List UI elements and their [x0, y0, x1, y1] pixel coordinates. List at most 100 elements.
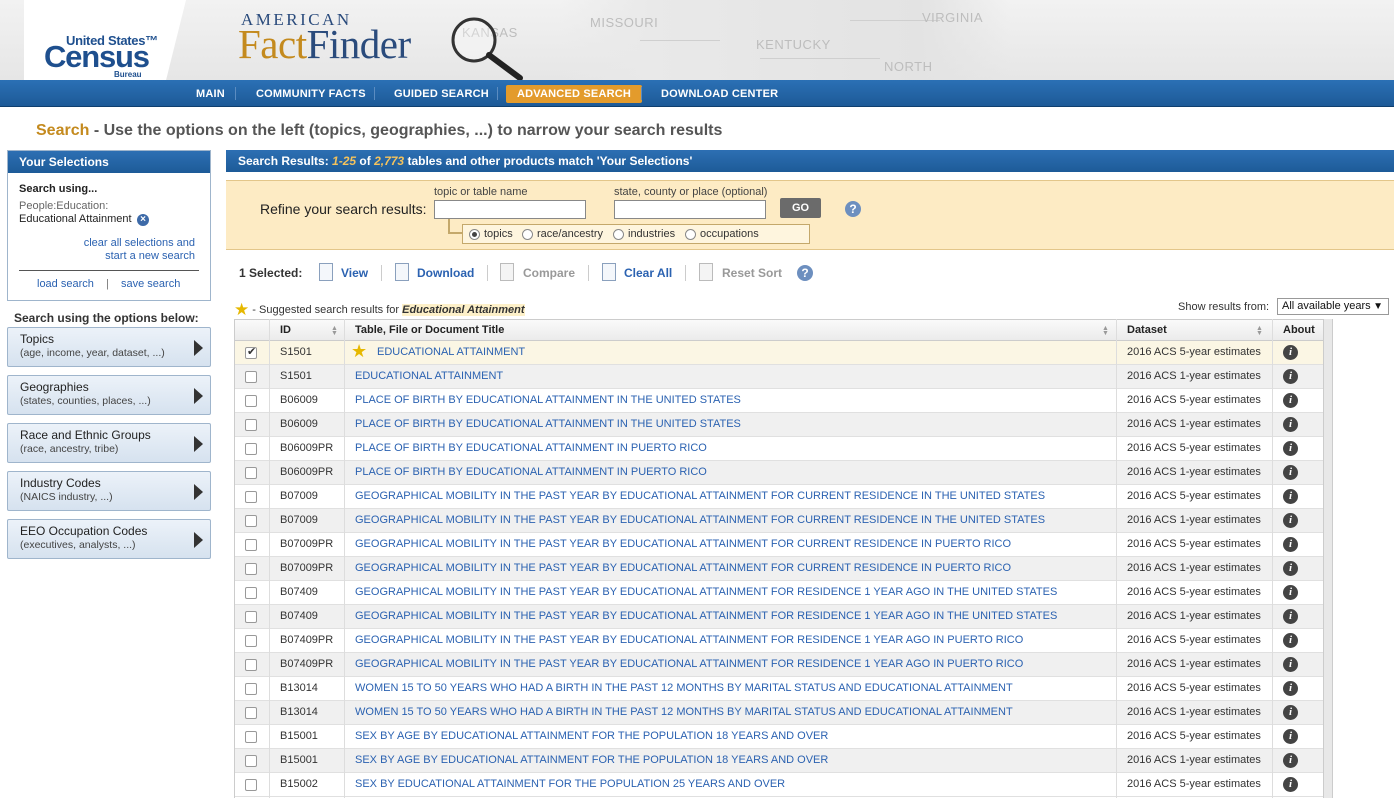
row-title-link[interactable]: WOMEN 15 TO 50 YEARS WHO HAD A BIRTH IN … [355, 706, 1013, 718]
column-header-id[interactable]: ID [280, 324, 291, 336]
download-button[interactable]: Download [417, 266, 474, 280]
radio-topics[interactable] [469, 229, 480, 240]
row-title-link[interactable]: GEOGRAPHICAL MOBILITY IN THE PAST YEAR B… [355, 514, 1045, 526]
row-title-link[interactable]: PLACE OF BIRTH BY EDUCATIONAL ATTAINMENT… [355, 394, 741, 406]
info-icon[interactable]: i [1283, 537, 1298, 552]
row-checkbox[interactable] [245, 515, 257, 527]
row-title-link[interactable]: PLACE OF BIRTH BY EDUCATIONAL ATTAINMENT… [355, 418, 741, 430]
radio-race-ancestry[interactable] [522, 229, 533, 240]
info-icon[interactable]: i [1283, 729, 1298, 744]
row-title-link[interactable]: SEX BY EDUCATIONAL ATTAINMENT FOR THE PO… [355, 778, 785, 790]
option-topics[interactable]: Topics (age, income, year, dataset, ...) [7, 327, 211, 367]
radio-industries[interactable] [613, 229, 624, 240]
row-title-link[interactable]: GEOGRAPHICAL MOBILITY IN THE PAST YEAR B… [355, 538, 1011, 550]
info-icon[interactable]: i [1283, 585, 1298, 600]
row-title-link[interactable]: WOMEN 15 TO 50 YEARS WHO HAD A BIRTH IN … [355, 682, 1013, 694]
option-geographies[interactable]: Geographies (states, counties, places, .… [7, 375, 211, 415]
view-button[interactable]: View [341, 266, 368, 280]
info-icon[interactable]: i [1283, 753, 1298, 768]
load-search-link[interactable]: load search [37, 278, 94, 290]
help-icon[interactable]: ? [797, 265, 813, 281]
table-scrollbar[interactable] [1324, 319, 1333, 798]
row-checkbox[interactable] [245, 371, 257, 383]
radio-occupations[interactable] [685, 229, 696, 240]
suggested-term: Educational Attainment [402, 304, 525, 316]
row-dataset: 2016 ACS 1-year estimates [1127, 658, 1261, 670]
info-icon[interactable]: i [1283, 513, 1298, 528]
years-select[interactable]: All available years ▼ [1277, 298, 1389, 315]
compare-button[interactable]: Compare [523, 266, 575, 280]
row-title-link[interactable]: GEOGRAPHICAL MOBILITY IN THE PAST YEAR B… [355, 610, 1057, 622]
row-checkbox[interactable] [245, 491, 257, 503]
row-checkbox[interactable] [245, 419, 257, 431]
row-title-link[interactable]: GEOGRAPHICAL MOBILITY IN THE PAST YEAR B… [355, 586, 1057, 598]
row-title-link[interactable]: GEOGRAPHICAL MOBILITY IN THE PAST YEAR B… [355, 562, 1011, 574]
info-icon[interactable]: i [1283, 393, 1298, 408]
topic-input[interactable] [434, 200, 586, 219]
brand-factfinder[interactable]: FactFinder [238, 20, 411, 68]
info-icon[interactable]: i [1283, 489, 1298, 504]
row-checkbox[interactable] [245, 731, 257, 743]
info-icon[interactable]: i [1283, 441, 1298, 456]
info-icon[interactable]: i [1283, 369, 1298, 384]
place-input[interactable] [614, 200, 766, 219]
row-checkbox[interactable] [245, 395, 257, 407]
row-title-link[interactable]: EDUCATIONAL ATTAINMENT [355, 370, 503, 382]
row-checkbox[interactable] [245, 635, 257, 647]
info-icon[interactable]: i [1283, 777, 1298, 792]
row-checkbox[interactable] [245, 611, 257, 623]
info-icon[interactable]: i [1283, 345, 1298, 360]
column-header-title[interactable]: Table, File or Document Title [355, 324, 504, 336]
option-eeo-occupation-codes[interactable]: EEO Occupation Codes (executives, analys… [7, 519, 211, 559]
row-title-link[interactable]: SEX BY AGE BY EDUCATIONAL ATTAINMENT FOR… [355, 730, 828, 742]
reset-sort-button[interactable]: Reset Sort [722, 266, 782, 280]
clear-all-selections-link[interactable]: clear all selections and start a new sear… [65, 237, 195, 263]
row-checkbox[interactable] [245, 683, 257, 695]
sort-icon[interactable]: ▲ ▼ [1256, 325, 1263, 337]
nav-guided-search[interactable]: GUIDED SEARCH [383, 85, 500, 103]
column-header-dataset[interactable]: Dataset [1127, 324, 1167, 336]
sort-icon[interactable]: ▲ ▼ [331, 325, 338, 337]
info-icon[interactable]: i [1283, 633, 1298, 648]
row-checkbox[interactable] [245, 755, 257, 767]
row-checkbox[interactable] [245, 587, 257, 599]
option-industry-codes[interactable]: Industry Codes (NAICS industry, ...) [7, 471, 211, 511]
row-title-link[interactable]: GEOGRAPHICAL MOBILITY IN THE PAST YEAR B… [355, 490, 1045, 502]
row-checkbox[interactable] [245, 779, 257, 791]
remove-selection-icon[interactable]: × [137, 214, 149, 226]
row-title-link[interactable]: PLACE OF BIRTH BY EDUCATIONAL ATTAINMENT… [355, 466, 707, 478]
nav-community-facts[interactable]: COMMUNITY FACTS [245, 85, 377, 103]
info-icon[interactable]: i [1283, 681, 1298, 696]
option-race-ethnic-groups[interactable]: Race and Ethnic Groups (race, ancestry, … [7, 423, 211, 463]
nav-advanced-search[interactable]: ADVANCED SEARCH [506, 85, 643, 103]
row-checkbox[interactable] [245, 345, 257, 359]
row-title-link[interactable]: GEOGRAPHICAL MOBILITY IN THE PAST YEAR B… [355, 658, 1023, 670]
place-input-label: state, county or place (optional) [614, 186, 768, 198]
help-icon[interactable]: ? [845, 201, 861, 217]
row-title-link[interactable]: PLACE OF BIRTH BY EDUCATIONAL ATTAINMENT… [355, 442, 707, 454]
row-dataset: 2016 ACS 5-year estimates [1127, 778, 1261, 790]
row-title-link[interactable]: EDUCATIONAL ATTAINMENT [377, 346, 525, 358]
row-checkbox[interactable] [245, 707, 257, 719]
info-icon[interactable]: i [1283, 657, 1298, 672]
nav-main[interactable]: MAIN [185, 85, 236, 103]
row-checkbox[interactable] [245, 443, 257, 455]
column-header-about: About [1283, 324, 1315, 336]
info-icon[interactable]: i [1283, 465, 1298, 480]
info-icon[interactable]: i [1283, 705, 1298, 720]
go-button[interactable]: GO [780, 198, 821, 218]
row-checkbox[interactable] [245, 659, 257, 671]
sort-icon[interactable]: ▲ ▼ [1102, 325, 1109, 337]
clear-all-button[interactable]: Clear All [624, 266, 672, 280]
row-checkbox[interactable] [245, 539, 257, 551]
row-checkbox[interactable] [245, 563, 257, 575]
row-title-link[interactable]: GEOGRAPHICAL MOBILITY IN THE PAST YEAR B… [355, 634, 1023, 646]
nav-download-center[interactable]: DOWNLOAD CENTER [650, 85, 789, 103]
info-icon[interactable]: i [1283, 609, 1298, 624]
save-search-link[interactable]: save search [121, 278, 180, 290]
info-icon[interactable]: i [1283, 417, 1298, 432]
row-title-link[interactable]: SEX BY AGE BY EDUCATIONAL ATTAINMENT FOR… [355, 754, 828, 766]
star-icon: ★ [351, 341, 368, 361]
info-icon[interactable]: i [1283, 561, 1298, 576]
row-checkbox[interactable] [245, 467, 257, 479]
